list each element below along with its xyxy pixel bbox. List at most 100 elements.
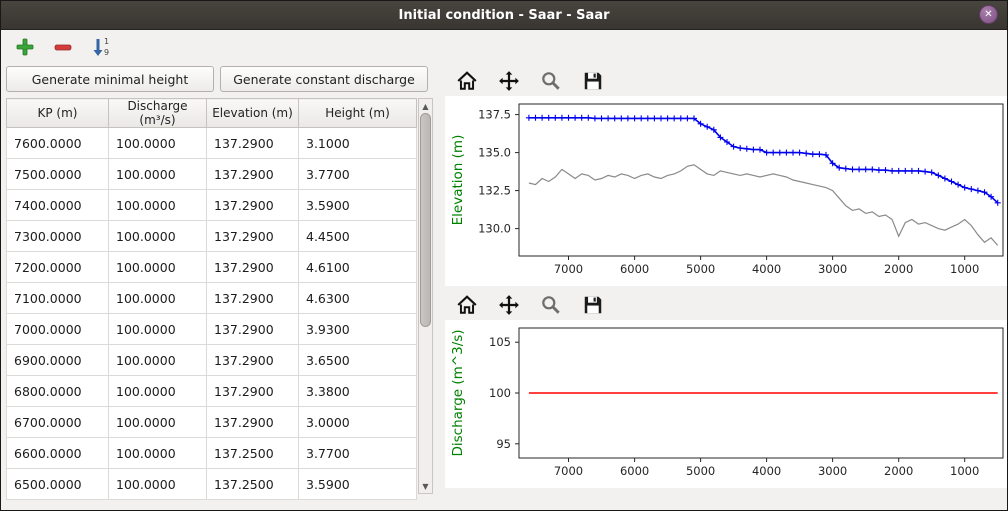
svg-text:5000: 5000 [686,262,715,276]
table-cell[interactable]: 137.2900 [207,345,299,376]
table-cell[interactable]: 3.7700 [299,159,417,190]
table-cell[interactable]: 7300.0000 [7,221,109,252]
svg-text:3000: 3000 [818,262,847,276]
zoom-button[interactable] [539,69,563,93]
table-cell[interactable]: 3.1000 [299,128,417,159]
discharge-chart[interactable]: 700060005000400030002000100095100105Disc… [445,320,1008,488]
table-cell[interactable]: 4.4500 [299,221,417,252]
table-cell[interactable]: 137.2900 [207,128,299,159]
table-cell[interactable]: 4.6300 [299,283,417,314]
table-cell[interactable]: 137.2900 [207,376,299,407]
table-cell[interactable]: 7000.0000 [7,314,109,345]
close-button[interactable]: ✕ [979,5,998,24]
table-row[interactable]: 6800.0000100.0000137.29003.3800 [7,376,417,407]
table-cell[interactable]: 100.0000 [109,407,207,438]
svg-text:135.0: 135.0 [478,146,511,160]
table-row[interactable]: 7000.0000100.0000137.29003.9300 [7,314,417,345]
zoom-button[interactable] [539,293,563,317]
table-row[interactable]: 6500.0000100.0000137.25003.5900 [7,469,417,500]
table-cell[interactable]: 137.2900 [207,314,299,345]
table-cell[interactable]: 3.0000 [299,407,417,438]
table-cell[interactable]: 6700.0000 [7,407,109,438]
save-icon [582,294,604,316]
table-cell[interactable]: 7600.0000 [7,128,109,159]
table-row[interactable]: 7400.0000100.0000137.29003.5900 [7,190,417,221]
table-cell[interactable]: 6800.0000 [7,376,109,407]
svg-text:95: 95 [496,437,511,451]
table-cell[interactable]: 3.5900 [299,190,417,221]
table-cell[interactable]: 100.0000 [109,345,207,376]
table-cell[interactable]: 137.2900 [207,407,299,438]
table-cell[interactable]: 7200.0000 [7,252,109,283]
table-cell[interactable]: 137.2900 [207,221,299,252]
table-cell[interactable]: 100.0000 [109,376,207,407]
table-cell[interactable]: 100.0000 [109,252,207,283]
table-cell[interactable]: 100.0000 [109,128,207,159]
table-cell[interactable]: 100.0000 [109,469,207,500]
scroll-up-arrow[interactable]: ▲ [419,99,432,113]
table-cell[interactable]: 6500.0000 [7,469,109,500]
table-cell[interactable]: 137.2900 [207,159,299,190]
table-row[interactable]: 6600.0000100.0000137.25003.7700 [7,438,417,469]
table-cell[interactable]: 7100.0000 [7,283,109,314]
column-header[interactable]: Height (m) [299,99,417,128]
table-cell[interactable]: 7500.0000 [7,159,109,190]
table-scrollbar[interactable]: ▲ ▼ [418,98,433,494]
table-cell[interactable]: 137.2900 [207,190,299,221]
table-row[interactable]: 7300.0000100.0000137.29004.4500 [7,221,417,252]
svg-text:6000: 6000 [620,464,649,478]
table-cell[interactable]: 137.2500 [207,469,299,500]
table-cell[interactable]: 6900.0000 [7,345,109,376]
table-cell[interactable]: 137.2500 [207,438,299,469]
table-cell[interactable]: 100.0000 [109,190,207,221]
svg-text:4000: 4000 [752,464,781,478]
save-button[interactable] [581,293,605,317]
svg-text:105: 105 [489,335,511,349]
scroll-down-arrow[interactable]: ▼ [419,479,432,493]
table-cell[interactable]: 100.0000 [109,283,207,314]
table-cell[interactable]: 137.2900 [207,252,299,283]
save-button[interactable] [581,69,605,93]
pan-button[interactable] [497,293,521,317]
table-row[interactable]: 7100.0000100.0000137.29004.6300 [7,283,417,314]
table-cell[interactable]: 137.2900 [207,283,299,314]
table-cell[interactable]: 7400.0000 [7,190,109,221]
table-row[interactable]: 7600.0000100.0000137.29003.1000 [7,128,417,159]
table-cell[interactable]: 3.5900 [299,469,417,500]
table-cell[interactable]: 3.6500 [299,345,417,376]
table-cell[interactable]: 100.0000 [109,159,207,190]
elevation-chart[interactable]: 7000600050004000300020001000130.0132.513… [445,96,1008,286]
table-cell[interactable]: 100.0000 [109,221,207,252]
table-cell[interactable]: 100.0000 [109,438,207,469]
table-cell[interactable]: 3.7700 [299,438,417,469]
home-button[interactable] [455,293,479,317]
scroll-track[interactable] [419,113,432,479]
table-row[interactable]: 7200.0000100.0000137.29004.6100 [7,252,417,283]
table-cell[interactable]: 4.6100 [299,252,417,283]
svg-text:137.5: 137.5 [478,108,511,122]
plus-icon [15,37,35,57]
initial-condition-table[interactable]: KP (m)Discharge (m³/s)Elevation (m)Heigh… [6,98,417,500]
svg-text:7000: 7000 [554,262,583,276]
table-row[interactable]: 6700.0000100.0000137.29003.0000 [7,407,417,438]
table-cell[interactable]: 100.0000 [109,314,207,345]
table-cell[interactable]: 3.3800 [299,376,417,407]
column-header[interactable]: KP (m) [7,99,109,128]
add-row-button[interactable] [13,35,37,59]
titlebar[interactable]: Initial condition - Saar - Saar ✕ [1,1,1007,30]
remove-row-button[interactable] [51,35,75,59]
generate-constant-discharge-button[interactable]: Generate constant discharge [220,66,428,92]
home-button[interactable] [455,69,479,93]
table-row[interactable]: 6900.0000100.0000137.29003.6500 [7,345,417,376]
svg-text:130.0: 130.0 [478,222,511,236]
column-header[interactable]: Elevation (m) [207,99,299,128]
column-header[interactable]: Discharge (m³/s) [109,99,207,128]
discharge-plot-toolbar [445,290,1003,320]
scroll-thumb[interactable] [420,113,431,327]
generate-minimal-height-button[interactable]: Generate minimal height [6,66,214,92]
sort-button[interactable]: 1 9 [89,35,113,59]
table-cell[interactable]: 6600.0000 [7,438,109,469]
table-cell[interactable]: 3.9300 [299,314,417,345]
table-row[interactable]: 7500.0000100.0000137.29003.7700 [7,159,417,190]
pan-button[interactable] [497,69,521,93]
